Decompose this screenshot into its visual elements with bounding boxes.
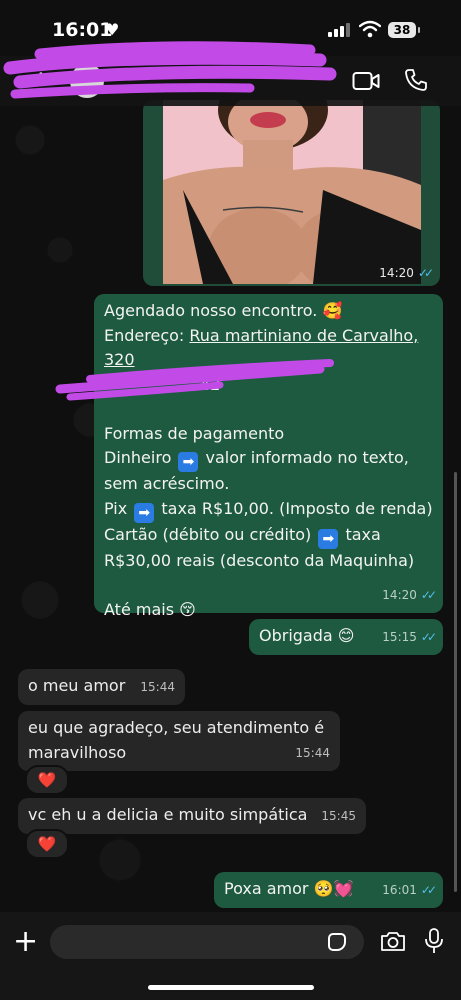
message-text: Obrigada 😊 [259,626,355,645]
back-chevron-icon[interactable]: ‹ [14,68,23,93]
message-timestamp: 15:44 [140,679,175,694]
message-line: Endereço: Rua martiniano de Carvalho, [104,325,419,345]
right-arrow-icon: ➡ [134,502,155,523]
chat-header: ‹ 4 [0,56,461,106]
address-link[interactable]: Rua martiniano de Carvalho, [189,326,418,345]
message-timestamp: 15:44 [295,745,330,760]
message-line: eu que agradeço, seu atendimento é [28,718,325,737]
home-indicator[interactable] [148,985,314,990]
message-timestamp: 15:15 ✓✓ [382,629,437,644]
message-timestamp: 14:20 ✓✓ [379,266,434,280]
signal-icon [328,23,352,37]
message-line: Agendado nosso encontro. 🥰 [104,301,343,320]
message-incoming[interactable]: vc eh u a delicia e muito simpática 15:4… [18,798,366,834]
video-call-icon[interactable] [352,70,380,92]
message-line: sem acréscimo. [104,474,230,493]
message-line: Formas de pagamento [104,423,285,443]
message-line: Cartão (débito ou crédito) ➡ taxa [104,524,381,549]
message-timestamp: 14:20 ✓✓ [382,587,437,602]
message-line: maravilhoso [28,742,127,762]
message-line: 42 [104,373,433,398]
wifi-icon [359,20,381,38]
message-line: Dinheiro ➡ valor informado no texto, [104,448,409,472]
heart-reaction[interactable]: ❤️ [25,829,69,859]
partially-hidden-text: 42 [200,374,221,394]
message-outgoing[interactable]: Obrigada 😊 15:15 ✓✓ [249,619,443,655]
heart-icon: ♥ [105,20,120,39]
chat-scrollbar[interactable] [454,472,457,892]
message-input[interactable] [50,925,364,959]
message-incoming[interactable]: o meu amor 15:44 [18,669,185,705]
back-unread-count[interactable]: 4 [34,70,45,90]
add-attachment-icon[interactable]: + [13,927,38,957]
avatar[interactable] [70,64,104,98]
heart-reaction[interactable]: ❤️ [25,765,69,795]
message-outgoing[interactable]: Agendado nosso encontro. 🥰 Endereço: Rua… [94,294,443,619]
right-arrow-icon: ➡ [318,528,339,549]
message-line: R$30,00 reais (desconto da Maquinha) [104,550,415,570]
right-arrow-icon: ➡ [178,452,199,472]
camera-icon[interactable] [380,930,406,952]
message-timestamp: 16:01 ✓✓ [382,882,437,897]
battery-indicator: 38 [388,22,420,38]
message-text: o meu amor [28,676,126,695]
status-time: 16:01 [52,19,113,41]
message-text: Poxa amor 🥺💓 [224,879,354,898]
address-link[interactable]: 320 [104,348,433,373]
message-line: Pix ➡ taxa R$10,00. (Imposto de renda) [104,498,433,523]
photo-attachment[interactable] [163,100,421,284]
microphone-icon[interactable] [424,928,444,954]
phone-call-icon[interactable] [404,68,428,92]
image-message[interactable]: 14:20 ✓✓ [143,100,440,286]
sticker-icon[interactable] [328,933,346,951]
message-text: vc eh u a delicia e muito simpática [28,805,308,824]
status-bar: 16:01 ♥ 38 [0,0,461,56]
message-outgoing[interactable]: Poxa amor 🥺💓 16:01 ✓✓ [214,872,443,908]
message-incoming[interactable]: eu que agradeço, seu atendimento é marav… [18,711,340,771]
message-timestamp: 15:45 [321,808,356,823]
